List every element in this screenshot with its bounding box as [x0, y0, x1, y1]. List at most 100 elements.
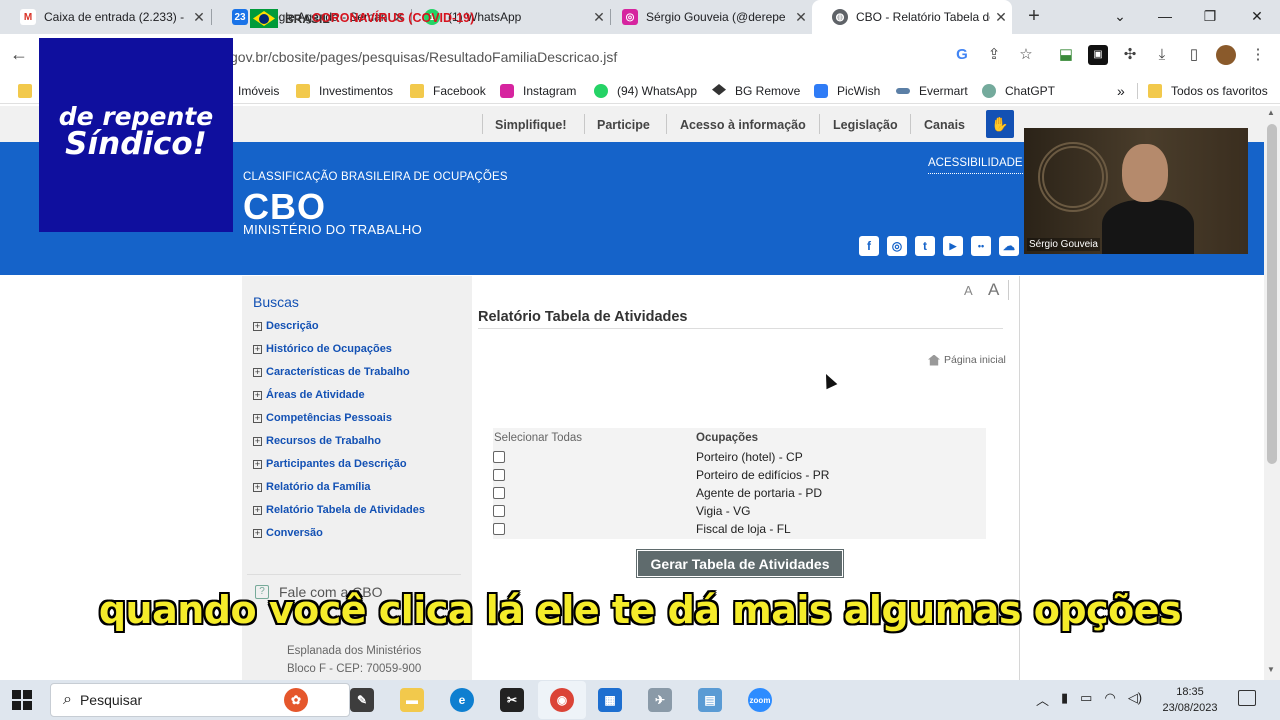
bookmark-picwish[interactable]: PicWish	[814, 82, 880, 100]
back-arrow-icon[interactable]: ←	[10, 44, 28, 65]
gov-link-simplifique[interactable]: Simplifique!	[495, 118, 567, 132]
instagram-icon[interactable]: ◎	[887, 236, 907, 256]
file-explorer-icon[interactable]: ▬	[400, 688, 424, 712]
soundcloud-icon[interactable]: ☁	[999, 236, 1019, 256]
divider	[584, 114, 585, 134]
sidebar-item-competencias[interactable]: + Competências Pessoais	[253, 410, 392, 426]
calculator-icon[interactable]: ▦	[598, 688, 622, 712]
avatar[interactable]	[1216, 45, 1236, 65]
close-icon[interactable]: ✕	[790, 9, 812, 26]
sidebar-item-label: Relatório da Família	[266, 481, 371, 493]
sidebar-item-historico[interactable]: + Histórico de Ocupações	[253, 341, 392, 357]
twitter-icon[interactable]: t	[915, 236, 935, 256]
battery-icon[interactable]: ▭	[1080, 690, 1092, 709]
tab-gmail[interactable]: M Caixa de entrada (2.233) - ✕	[0, 0, 210, 34]
bookmark-evermart[interactable]: Evermart	[896, 82, 968, 100]
scrollbar-thumb[interactable]	[1267, 124, 1277, 464]
windows-start-icon[interactable]	[12, 690, 32, 710]
sidebar-item-relatorio-atividades[interactable]: + Relatório Tabela de Atividades	[253, 502, 425, 518]
close-icon[interactable]: ✕	[188, 9, 210, 26]
sidebar-item-caracteristicas[interactable]: + Características de Trabalho	[253, 364, 410, 380]
gov-link-acesso-informacao[interactable]: Acesso à informação	[680, 118, 806, 132]
font-increase-button[interactable]: A	[988, 280, 999, 300]
bookmark-chatgpt[interactable]: ChatGPT	[982, 82, 1055, 100]
wifi-icon[interactable]: ◠	[1104, 690, 1115, 709]
bookmark-facebook[interactable]: Facebook	[410, 82, 486, 100]
gov-link-participe[interactable]: Participe	[597, 118, 650, 132]
bookmark-imoveis[interactable]: Imóveis	[238, 82, 279, 100]
more-bookmarks-chevron-icon[interactable]: »	[1117, 82, 1125, 100]
new-tab-button[interactable]: +	[1022, 4, 1046, 28]
bookmark-label: Investimentos	[319, 84, 394, 98]
expand-icon: +	[253, 527, 262, 538]
flickr-icon[interactable]: ••	[971, 236, 991, 256]
app-icon[interactable]: ✈	[648, 688, 672, 712]
occupation-checkbox[interactable]	[493, 487, 505, 499]
scroll-down-icon[interactable]: ▼	[1267, 665, 1275, 674]
zoom-icon[interactable]: zoom	[748, 688, 772, 712]
download-icon[interactable]: ⤓	[1152, 45, 1172, 65]
share-icon[interactable]: ⇪	[984, 45, 1004, 65]
bookmark-all-favorites[interactable]: Todos os favoritos	[1148, 82, 1268, 100]
font-decrease-button[interactable]: A	[964, 283, 973, 298]
facebook-icon[interactable]: f	[859, 236, 879, 256]
scroll-up-icon[interactable]: ▲	[1267, 108, 1275, 117]
minimize-button[interactable]: —	[1145, 0, 1185, 34]
generate-table-button[interactable]: Gerar Tabela de Atividades	[636, 549, 844, 578]
close-icon[interactable]: ✕	[990, 9, 1012, 26]
sidebar-item-descricao[interactable]: + Descrição	[253, 318, 319, 334]
gov-link-legislacao[interactable]: Legislação	[833, 118, 898, 132]
sidepanel-icon[interactable]: ▯	[1184, 45, 1204, 65]
sidebar-item-participantes[interactable]: + Participantes da Descrição	[253, 456, 407, 472]
tab-instagram[interactable]: ◎ Sérgio Gouveia (@derepe ✕	[602, 0, 812, 34]
bookmark-whatsapp[interactable]: (94) WhatsApp	[594, 82, 697, 100]
covid-link[interactable]: CORONAVÍRUS (COVID-19)	[312, 11, 474, 25]
app-icon[interactable]: ✎	[350, 688, 374, 712]
google-icon[interactable]: G	[952, 45, 972, 65]
widget-icon[interactable]: ✿	[284, 688, 308, 712]
sidebar-item-relatorio-familia[interactable]: + Relatório da Família	[253, 479, 371, 495]
clock-date: 23/08/2023	[1162, 702, 1218, 714]
bookmark-instagram[interactable]: Instagram	[500, 82, 576, 100]
libras-hand-icon[interactable]: ✋	[986, 110, 1014, 138]
sidebar-item-recursos[interactable]: + Recursos de Trabalho	[253, 433, 381, 449]
clock[interactable]: 18:35 23/08/2023	[1152, 684, 1228, 716]
occupation-checkbox[interactable]	[493, 451, 505, 463]
usb-icon[interactable]: ▮	[1061, 690, 1068, 709]
app-icon[interactable]: ▤	[698, 688, 722, 712]
webcam-name-label: Sérgio Gouveia	[1027, 238, 1100, 251]
capcut-icon[interactable]: ✂	[500, 688, 524, 712]
bookmark-star-icon[interactable]: ☆	[1016, 45, 1036, 65]
accessibility-link[interactable]: ACESSIBILIDADE	[928, 157, 1023, 174]
occupation-checkbox[interactable]	[493, 505, 505, 517]
sidebar-item-areas[interactable]: + Áreas de Atividade	[253, 387, 365, 403]
tray-chevron-icon[interactable]: ︿	[1036, 690, 1049, 709]
maximize-button[interactable]: ❐	[1190, 0, 1230, 34]
globe-icon: ◍	[832, 9, 848, 25]
expand-icon: +	[253, 481, 262, 492]
tab-search-chevron-icon[interactable]: ⌄	[1100, 0, 1140, 34]
volume-icon[interactable]: ◁)	[1128, 690, 1142, 709]
bookmark-bg-remove[interactable]: BG Remove	[712, 82, 800, 100]
window-close-button[interactable]: ✕	[1237, 0, 1277, 34]
gov-link-canais[interactable]: Canais	[924, 118, 965, 132]
bookmark-investimentos[interactable]: Investimentos	[296, 82, 393, 100]
occupation-checkbox[interactable]	[493, 523, 505, 535]
bookmark-folder[interactable]	[18, 82, 41, 100]
notification-icon[interactable]	[1238, 690, 1256, 706]
sidebar-item-conversao[interactable]: + Conversão	[253, 525, 323, 541]
occupation-item: Vigia - VG	[696, 504, 751, 518]
select-all-label[interactable]: Selecionar Todas	[494, 432, 582, 444]
home-link[interactable]: Página inicial	[928, 354, 1006, 366]
tab-cbo[interactable]: ◍ CBO - Relatório Tabela de ✕	[812, 0, 1012, 34]
expand-icon: +	[253, 504, 262, 515]
youtube-icon[interactable]: ▶	[943, 236, 963, 256]
extension-download-icon[interactable]: ⬓	[1056, 45, 1076, 65]
chrome-icon[interactable]: ◉	[550, 688, 574, 712]
extension-icon[interactable]: ▣	[1088, 45, 1108, 65]
edge-icon[interactable]: e	[450, 688, 474, 712]
puzzle-icon[interactable]: ✣	[1120, 45, 1140, 65]
occupation-checkbox[interactable]	[493, 469, 505, 481]
menu-kebab-icon[interactable]: ⋮	[1248, 45, 1268, 65]
url-field[interactable]: gov.br/cbosite/pages/pesquisas/Resultado…	[230, 44, 1000, 70]
